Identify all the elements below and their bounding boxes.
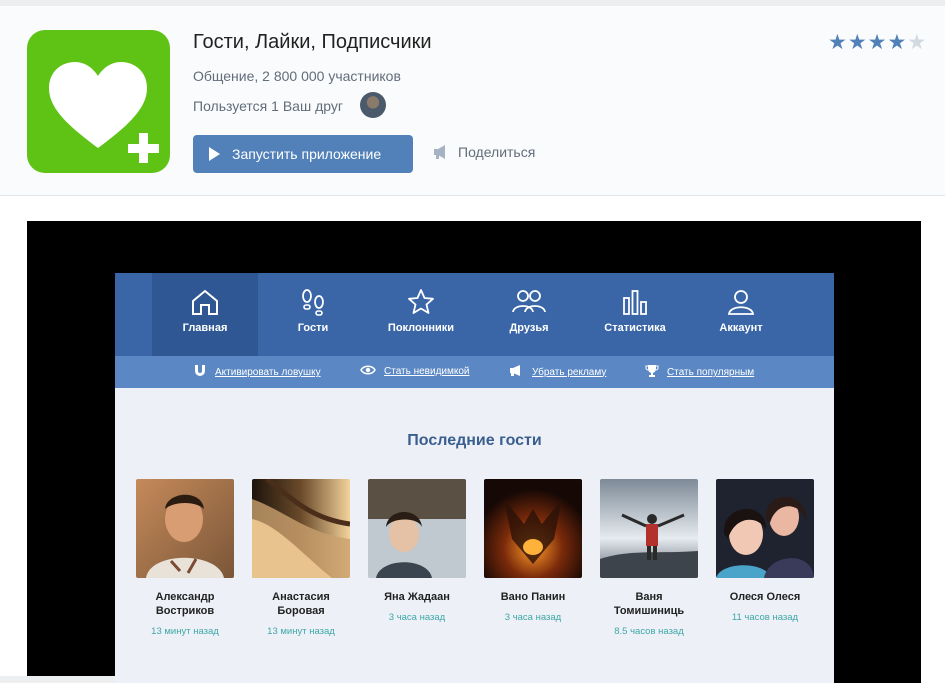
guest-card[interactable]: Ваня Томишиниць 8.5 часов назад bbox=[599, 479, 699, 637]
friends-icon bbox=[512, 290, 546, 313]
subnav-popular[interactable]: Стать популярным bbox=[645, 364, 754, 381]
guest-name[interactable]: Олеся Олеся bbox=[715, 590, 815, 604]
friends-using: Пользуется 1 Ваш друг bbox=[193, 98, 343, 114]
guest-time: 3 часа назад bbox=[504, 612, 562, 623]
guest-name[interactable]: Ваня Томишиниць bbox=[599, 590, 699, 618]
subnav-remove-ads[interactable]: Убрать рекламу bbox=[509, 364, 606, 380]
play-icon bbox=[209, 147, 220, 161]
app-title: Гости, Лайки, Подписчики bbox=[193, 31, 432, 53]
guest-time: 8.5 часов назад bbox=[614, 626, 684, 637]
guest-card[interactable]: Александр Востриков 13 минут назад bbox=[135, 479, 235, 637]
heart-plus-icon[interactable] bbox=[27, 30, 170, 173]
guest-photo[interactable] bbox=[716, 479, 814, 578]
guest-photo[interactable] bbox=[252, 479, 350, 578]
nav-item-home[interactable]: Главная bbox=[152, 273, 258, 356]
nav-item-stats[interactable]: Статистика bbox=[582, 273, 688, 356]
user-icon bbox=[727, 290, 755, 315]
star-icon: ★ bbox=[847, 31, 867, 54]
guest-card[interactable]: Яна Жадаан 3 часа назад bbox=[367, 479, 467, 623]
guest-card[interactable]: Вано Панин 3 часа назад bbox=[483, 479, 583, 623]
nav-label-stats: Статистика bbox=[604, 322, 666, 334]
guest-card[interactable]: Анастасия Боровая 13 минут назад bbox=[251, 479, 351, 637]
subnav-invisible[interactable]: Стать невидимкой bbox=[360, 364, 470, 379]
friend-avatar[interactable] bbox=[360, 92, 386, 118]
guest-name[interactable]: Александр Востриков bbox=[135, 590, 235, 618]
star-icon: ★ bbox=[867, 31, 887, 54]
footprints-icon bbox=[302, 289, 324, 316]
app-header: Гости, Лайки, Подписчики Общение, 2 800 … bbox=[0, 6, 945, 196]
guest-time: 13 минут назад bbox=[151, 626, 219, 637]
nav-item-account[interactable]: Аккаунт bbox=[688, 273, 794, 356]
share-label: Поделиться bbox=[458, 144, 536, 160]
home-icon bbox=[192, 289, 218, 315]
guest-photo[interactable] bbox=[368, 479, 466, 578]
guest-name[interactable]: Яна Жадаан bbox=[367, 590, 467, 604]
launch-app-button[interactable]: Запустить приложение bbox=[193, 135, 413, 173]
trophy-icon bbox=[645, 364, 659, 381]
star-icon: ★ bbox=[887, 31, 907, 54]
guest-name[interactable]: Вано Панин bbox=[483, 590, 583, 604]
guest-photo[interactable] bbox=[136, 479, 234, 578]
star-icon: ★ bbox=[907, 31, 927, 54]
eye-icon bbox=[360, 364, 376, 379]
nav-label-guests: Гости bbox=[297, 322, 329, 334]
subnav-invisible-label: Стать невидимкой bbox=[384, 366, 470, 377]
nav-item-guests[interactable]: Гости bbox=[260, 273, 366, 356]
guest-time: 3 часа назад bbox=[388, 612, 446, 623]
nav-label-account: Аккаунт bbox=[719, 322, 763, 334]
star-icon bbox=[408, 289, 434, 314]
section-title: Последние гости bbox=[407, 432, 542, 449]
guest-photo[interactable] bbox=[600, 479, 698, 578]
guest-time: 13 минут назад bbox=[267, 626, 335, 637]
launch-app-label: Запустить приложение bbox=[232, 146, 382, 162]
nav-label-home: Главная bbox=[182, 322, 228, 334]
inner-nav: Главная Гости Поклонники Друзья Статисти… bbox=[115, 273, 834, 356]
bar-chart-icon bbox=[623, 290, 647, 315]
nav-item-friends[interactable]: Друзья bbox=[476, 273, 582, 356]
nav-item-fans[interactable]: Поклонники bbox=[368, 273, 474, 356]
nav-label-fans: Поклонники bbox=[387, 322, 455, 334]
subnav-trap-label: Активировать ловушку bbox=[215, 367, 321, 378]
star-icon: ★ bbox=[828, 31, 847, 54]
nav-label-friends: Друзья bbox=[509, 322, 549, 334]
guest-card[interactable]: Олеся Олеся 11 часов назад bbox=[715, 479, 815, 623]
subnav-popular-label: Стать популярным bbox=[667, 367, 755, 378]
bottom-strip bbox=[0, 676, 115, 683]
megaphone-icon bbox=[434, 145, 445, 159]
share-button[interactable]: Поделиться bbox=[432, 144, 535, 160]
subnav-trap[interactable]: Активировать ловушку bbox=[193, 364, 321, 381]
inner-subnav: Активировать ловушку Стать невидимкой Уб… bbox=[115, 356, 834, 388]
app-screenshot: Главная Гости Поклонники Друзья Статисти… bbox=[115, 273, 834, 683]
magnet-icon bbox=[193, 364, 207, 381]
megaphone-icon bbox=[509, 364, 524, 380]
guest-name[interactable]: Анастасия Боровая bbox=[251, 590, 351, 618]
app-subtitle: Общение, 2 800 000 участников bbox=[193, 68, 401, 84]
rating-stars: ★ ★ ★ ★ ★ bbox=[828, 32, 927, 53]
subnav-remove-ads-label: Убрать рекламу bbox=[532, 366, 607, 378]
guest-photo[interactable] bbox=[484, 479, 582, 578]
guest-time: 11 часов назад bbox=[731, 612, 799, 623]
